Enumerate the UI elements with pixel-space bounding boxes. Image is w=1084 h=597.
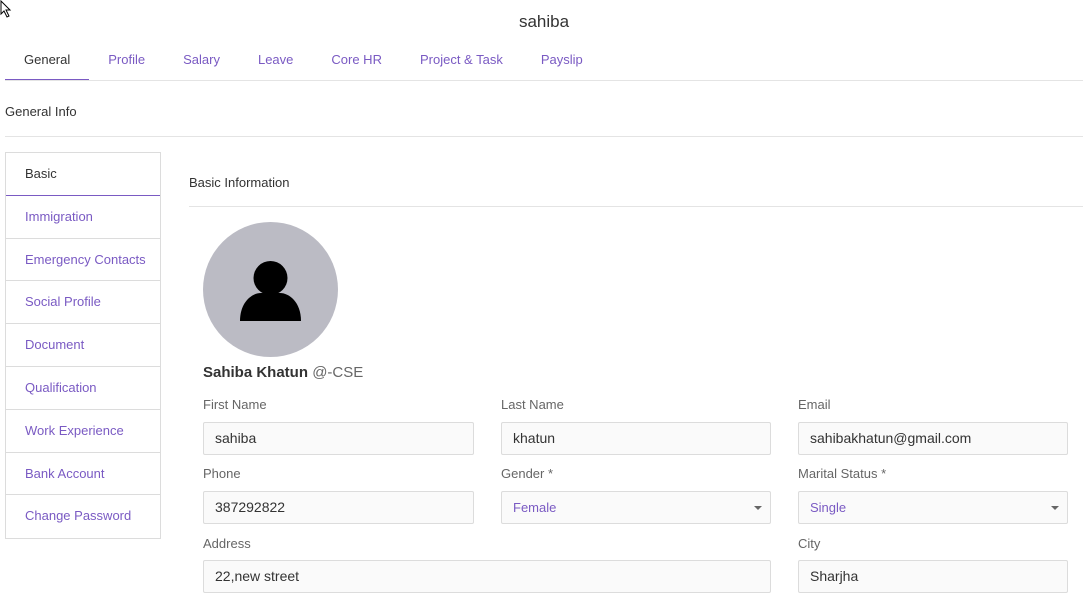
- tab-core-hr[interactable]: Core HR: [312, 40, 401, 80]
- phone-field[interactable]: 387292822: [203, 491, 474, 524]
- tab-general[interactable]: General: [5, 40, 90, 80]
- sidebar-item-document[interactable]: Document: [6, 324, 160, 367]
- gender-value: Female: [513, 500, 557, 515]
- sidebar-item-work-experience[interactable]: Work Experience: [6, 410, 160, 453]
- email-label: Email: [798, 397, 831, 412]
- city-label: City: [798, 536, 821, 551]
- divider: [5, 136, 1083, 137]
- marital-status-select[interactable]: Single: [798, 491, 1068, 524]
- user-department: @-CSE: [312, 364, 364, 381]
- marital-status-label: Marital Status *: [798, 466, 887, 481]
- chevron-down-icon: [1051, 506, 1059, 510]
- sidebar-item-change-password[interactable]: Change Password: [6, 495, 160, 538]
- email-field[interactable]: sahibakhatun@gmail.com: [798, 422, 1068, 455]
- chevron-down-icon: [754, 506, 762, 510]
- sidebar-item-qualification[interactable]: Qualification: [6, 367, 160, 410]
- tab-leave[interactable]: Leave: [239, 40, 312, 80]
- first-name-label: First Name: [203, 397, 267, 412]
- divider: [189, 206, 1083, 207]
- first-name-field[interactable]: sahiba: [203, 422, 474, 455]
- main-tabs: General Profile Salary Leave Core HR Pro…: [5, 40, 1083, 81]
- sidebar-item-bank-account[interactable]: Bank Account: [6, 453, 160, 496]
- phone-label: Phone: [203, 466, 241, 481]
- address-label: Address: [203, 536, 251, 551]
- sidebar-item-immigration[interactable]: Immigration: [6, 196, 160, 239]
- section-heading: General Info: [5, 104, 77, 119]
- sidebar-item-basic[interactable]: Basic: [6, 153, 160, 196]
- marital-status-value: Single: [810, 500, 847, 515]
- user-identity: Sahiba Khatun @-CSE: [203, 364, 363, 381]
- avatar[interactable]: [203, 222, 338, 357]
- page-title: sahiba: [518, 12, 570, 31]
- city-field[interactable]: Sharjha: [798, 560, 1068, 593]
- tab-project-task[interactable]: Project & Task: [401, 40, 522, 80]
- card-title: Basic Information: [189, 175, 290, 190]
- user-silhouette-icon: [240, 261, 301, 321]
- gender-select[interactable]: Female: [501, 491, 771, 524]
- user-name: Sahiba Khatun: [203, 364, 309, 381]
- sidebar-item-emergency-contacts[interactable]: Emergency Contacts: [6, 239, 160, 282]
- last-name-label: Last Name: [501, 397, 564, 412]
- tab-profile[interactable]: Profile: [89, 40, 164, 80]
- sidebar-item-social-profile[interactable]: Social Profile: [6, 281, 160, 325]
- tab-payslip[interactable]: Payslip: [522, 40, 602, 80]
- tab-salary[interactable]: Salary: [164, 40, 239, 80]
- sidebar: Basic Immigration Emergency Contacts Soc…: [5, 152, 161, 540]
- gender-label: Gender *: [501, 466, 554, 481]
- address-field[interactable]: 22,new street: [203, 560, 771, 593]
- last-name-field[interactable]: khatun: [501, 422, 771, 455]
